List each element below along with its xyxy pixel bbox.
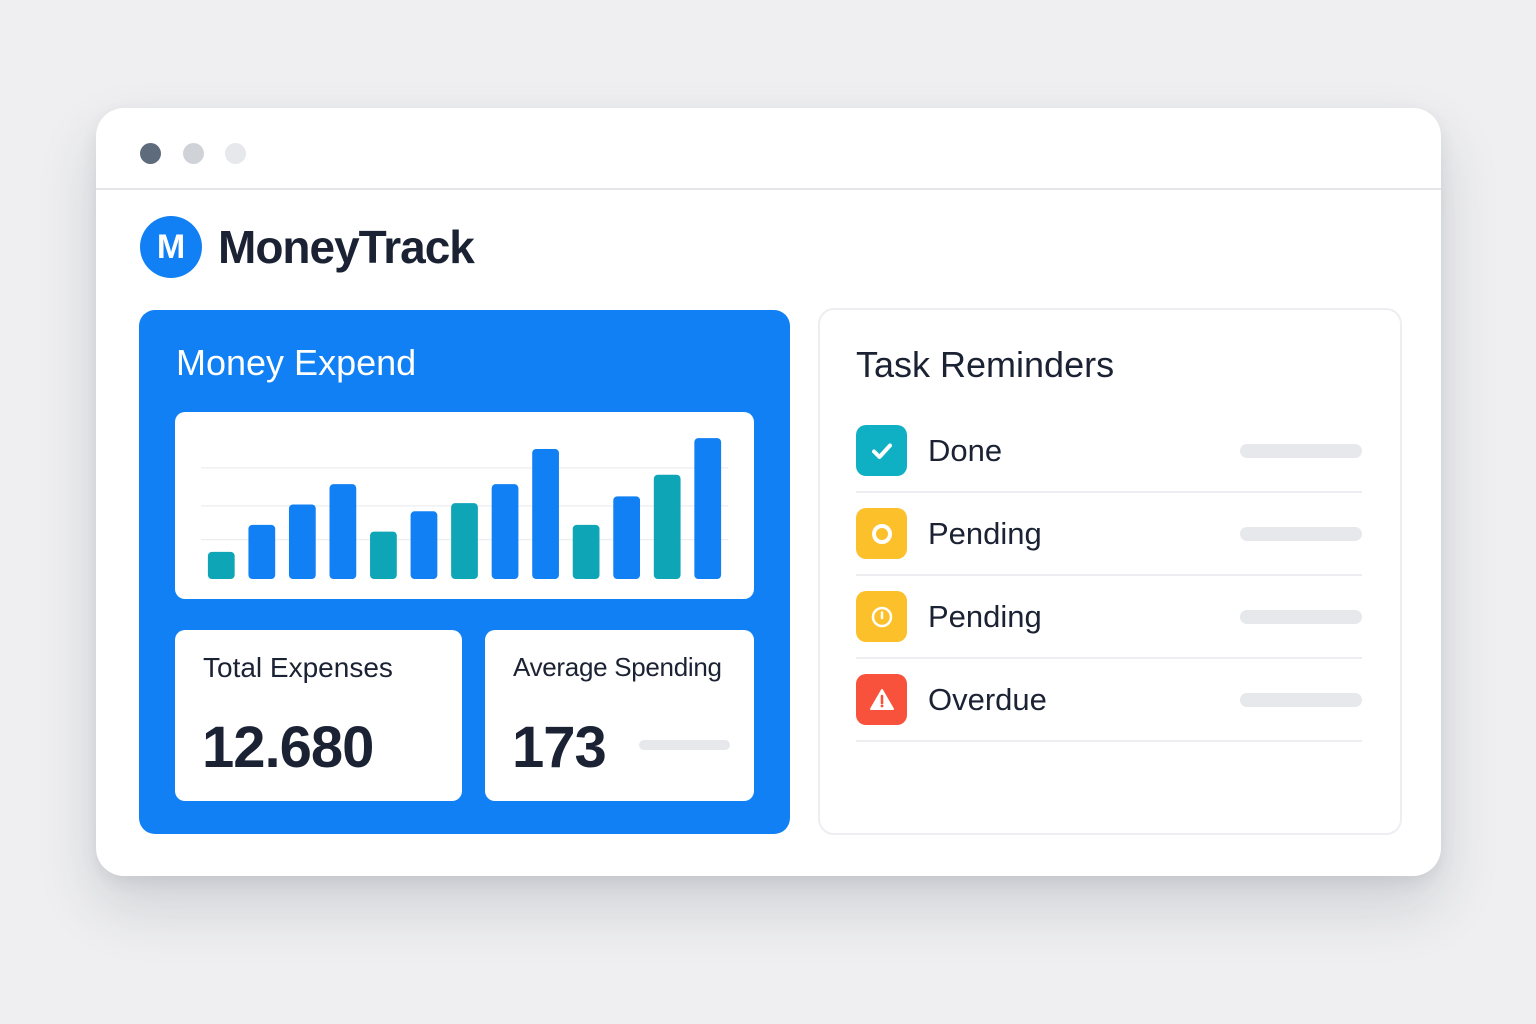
- ring-icon: [856, 508, 907, 559]
- task-placeholder-bar: [1240, 527, 1362, 541]
- brand: M MoneyTrack: [140, 216, 475, 278]
- window-minimize-dot[interactable]: [183, 143, 204, 164]
- chart-bar: [329, 484, 357, 579]
- chart-bar: [572, 524, 600, 579]
- money-expend-title: Money Expend: [176, 342, 417, 383]
- chart-bar: [451, 503, 478, 579]
- logo-icon: M: [140, 216, 202, 278]
- task-placeholder-bar: [1240, 444, 1362, 458]
- average-spending-value: 173: [512, 715, 607, 780]
- app-name: MoneyTrack: [218, 221, 475, 273]
- total-expenses-label: Total Expenses: [203, 652, 393, 683]
- task-label: Done: [928, 432, 1003, 468]
- task-label: Pending: [928, 598, 1042, 634]
- task-row-pending[interactable]: Pending: [856, 576, 1362, 659]
- window-titlebar: [96, 108, 1441, 190]
- task-row-overdue[interactable]: Overdue: [856, 659, 1362, 742]
- chart-bar: [370, 531, 397, 579]
- money-expend-card: Money Expend Total Expenses 12.680 Avera…: [139, 310, 790, 834]
- task-placeholder-bar: [1240, 693, 1362, 707]
- app-window: M MoneyTrack Money Expend Total Expenses…: [96, 108, 1441, 876]
- task-placeholder-bar: [1240, 610, 1362, 624]
- warning-icon: [856, 674, 907, 725]
- clock-icon: [856, 591, 907, 642]
- total-expenses-value: 12.680: [202, 715, 374, 780]
- task-reminders-title: Task Reminders: [856, 344, 1115, 385]
- chart-bar: [532, 448, 559, 579]
- task-reminders-card: Task Reminders Done Pending Pending Over…: [818, 308, 1402, 835]
- check-icon: [856, 425, 907, 476]
- chart-bar: [248, 524, 276, 579]
- task-label: Overdue: [928, 681, 1047, 717]
- chart-bar: [288, 504, 316, 579]
- chart-bar: [653, 474, 681, 579]
- chart-bar: [613, 496, 641, 579]
- task-row-done[interactable]: Done: [856, 410, 1362, 493]
- average-spending-placeholder-bar: [639, 740, 730, 750]
- expense-chart: [175, 412, 754, 599]
- task-label: Pending: [928, 515, 1042, 551]
- window-close-dot[interactable]: [140, 143, 161, 164]
- total-expenses-card: Total Expenses 12.680: [175, 630, 462, 801]
- task-row-pending[interactable]: Pending: [856, 493, 1362, 576]
- chart-bars: [207, 438, 722, 579]
- chart-bar: [207, 551, 235, 579]
- average-spending-label: Average Spending: [513, 652, 722, 682]
- window-maximize-dot[interactable]: [225, 143, 246, 164]
- chart-bar: [410, 511, 438, 579]
- chart-bar: [694, 438, 722, 579]
- chart-bar: [491, 484, 519, 579]
- average-spending-card: Average Spending 173: [485, 630, 754, 801]
- expense-bar-chart: [201, 438, 728, 579]
